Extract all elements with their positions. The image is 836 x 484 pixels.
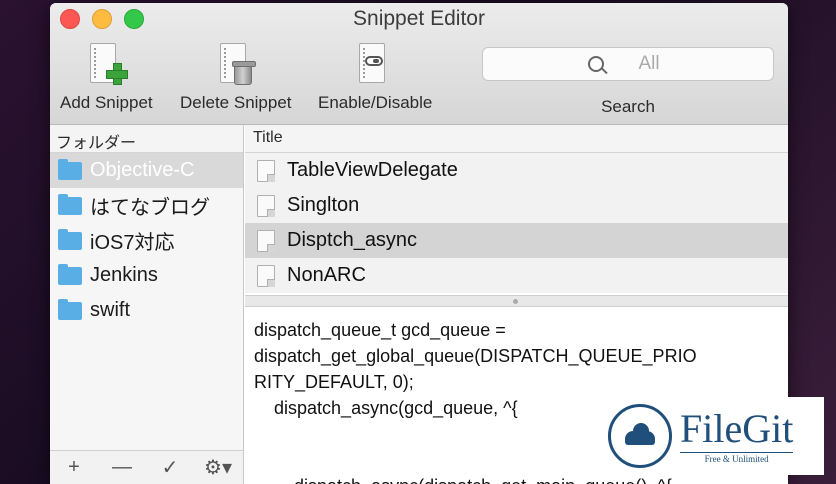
remove-folder-button[interactable]: —	[98, 456, 146, 479]
enable-disable-button[interactable]: Enable/Disable	[318, 39, 432, 113]
folder-item-swift[interactable]: swift	[50, 293, 243, 328]
delete-snippet-icon	[216, 39, 256, 89]
enable-disable-label: Enable/Disable	[318, 93, 433, 112]
folder-item-objective-c[interactable]: Objective-C	[50, 153, 243, 188]
filegit-logo-icon	[608, 404, 672, 468]
filegit-watermark: FileGit Free & Unlimited	[602, 397, 824, 475]
folder-icon	[58, 263, 82, 285]
add-snippet-label: Add Snippet	[60, 93, 153, 112]
folder-label: Jenkins	[90, 264, 158, 286]
search-area: Search	[482, 47, 775, 117]
snippet-list: TableViewDelegate Singlton Disptch_async…	[245, 153, 788, 293]
toolbar: Snippet Editor Add Snippet Delete Snippe…	[50, 3, 788, 125]
snippet-row-tableviewdelegate[interactable]: TableViewDelegate	[245, 153, 788, 188]
add-folder-button[interactable]: +	[50, 456, 98, 479]
enable-disable-icon	[355, 39, 395, 89]
snippet-title: NonARC	[287, 264, 366, 286]
delete-snippet-label: Delete Snippet	[180, 93, 292, 112]
title-column-header[interactable]: Title	[245, 125, 788, 153]
folder-label: iOS7対応	[90, 232, 175, 254]
snippet-icon	[257, 159, 275, 182]
delete-snippet-button[interactable]: Delete Snippet	[180, 39, 292, 113]
folder-icon	[58, 228, 82, 250]
watermark-subtitle: Free & Unlimited	[680, 452, 794, 464]
folder-icon	[58, 298, 82, 320]
folder-label: Objective-C	[90, 159, 195, 181]
folder-icon	[58, 158, 82, 180]
watermark-text: FileGit Free & Unlimited	[680, 406, 794, 464]
folder-label: はてなブログ	[90, 197, 210, 219]
search-input[interactable]	[483, 48, 775, 80]
search-label: Search	[601, 97, 655, 116]
snippet-title: Disptch_async	[287, 229, 418, 251]
add-snippet-button[interactable]: Add Snippet	[60, 39, 153, 113]
snippet-row-disptch-async[interactable]: Disptch_async	[245, 223, 788, 258]
pane-splitter[interactable]	[245, 295, 788, 307]
snippet-icon	[257, 229, 275, 252]
search-field[interactable]	[482, 47, 775, 81]
sidebar-footer: + — ✓ ⚙▾	[50, 450, 243, 484]
folder-item-hatena-blog[interactable]: はてなブログ	[50, 188, 243, 223]
gear-icon[interactable]: ⚙▾	[194, 455, 242, 480]
snippet-row-singlton[interactable]: Singlton	[245, 188, 788, 223]
snippet-title: Singlton	[287, 194, 360, 216]
folder-label: swift	[90, 299, 130, 321]
window-title: Snippet Editor	[353, 7, 485, 30]
snippet-icon	[257, 194, 275, 217]
snippet-row-nonarc[interactable]: NonARC	[245, 258, 788, 293]
folder-column-header: フォルダー	[50, 125, 243, 153]
folder-icon	[58, 193, 82, 215]
folder-sidebar: フォルダー Objective-C はてなブログ iOS7対応 Jenkins …	[50, 125, 244, 484]
check-icon[interactable]: ✓	[146, 455, 194, 480]
watermark-title: FileGit	[680, 406, 794, 451]
snippet-icon	[257, 264, 275, 287]
snippet-title: TableViewDelegate	[287, 159, 458, 181]
folder-item-jenkins[interactable]: Jenkins	[50, 258, 243, 293]
folder-item-ios7[interactable]: iOS7対応	[50, 223, 243, 258]
add-snippet-icon	[86, 39, 129, 89]
